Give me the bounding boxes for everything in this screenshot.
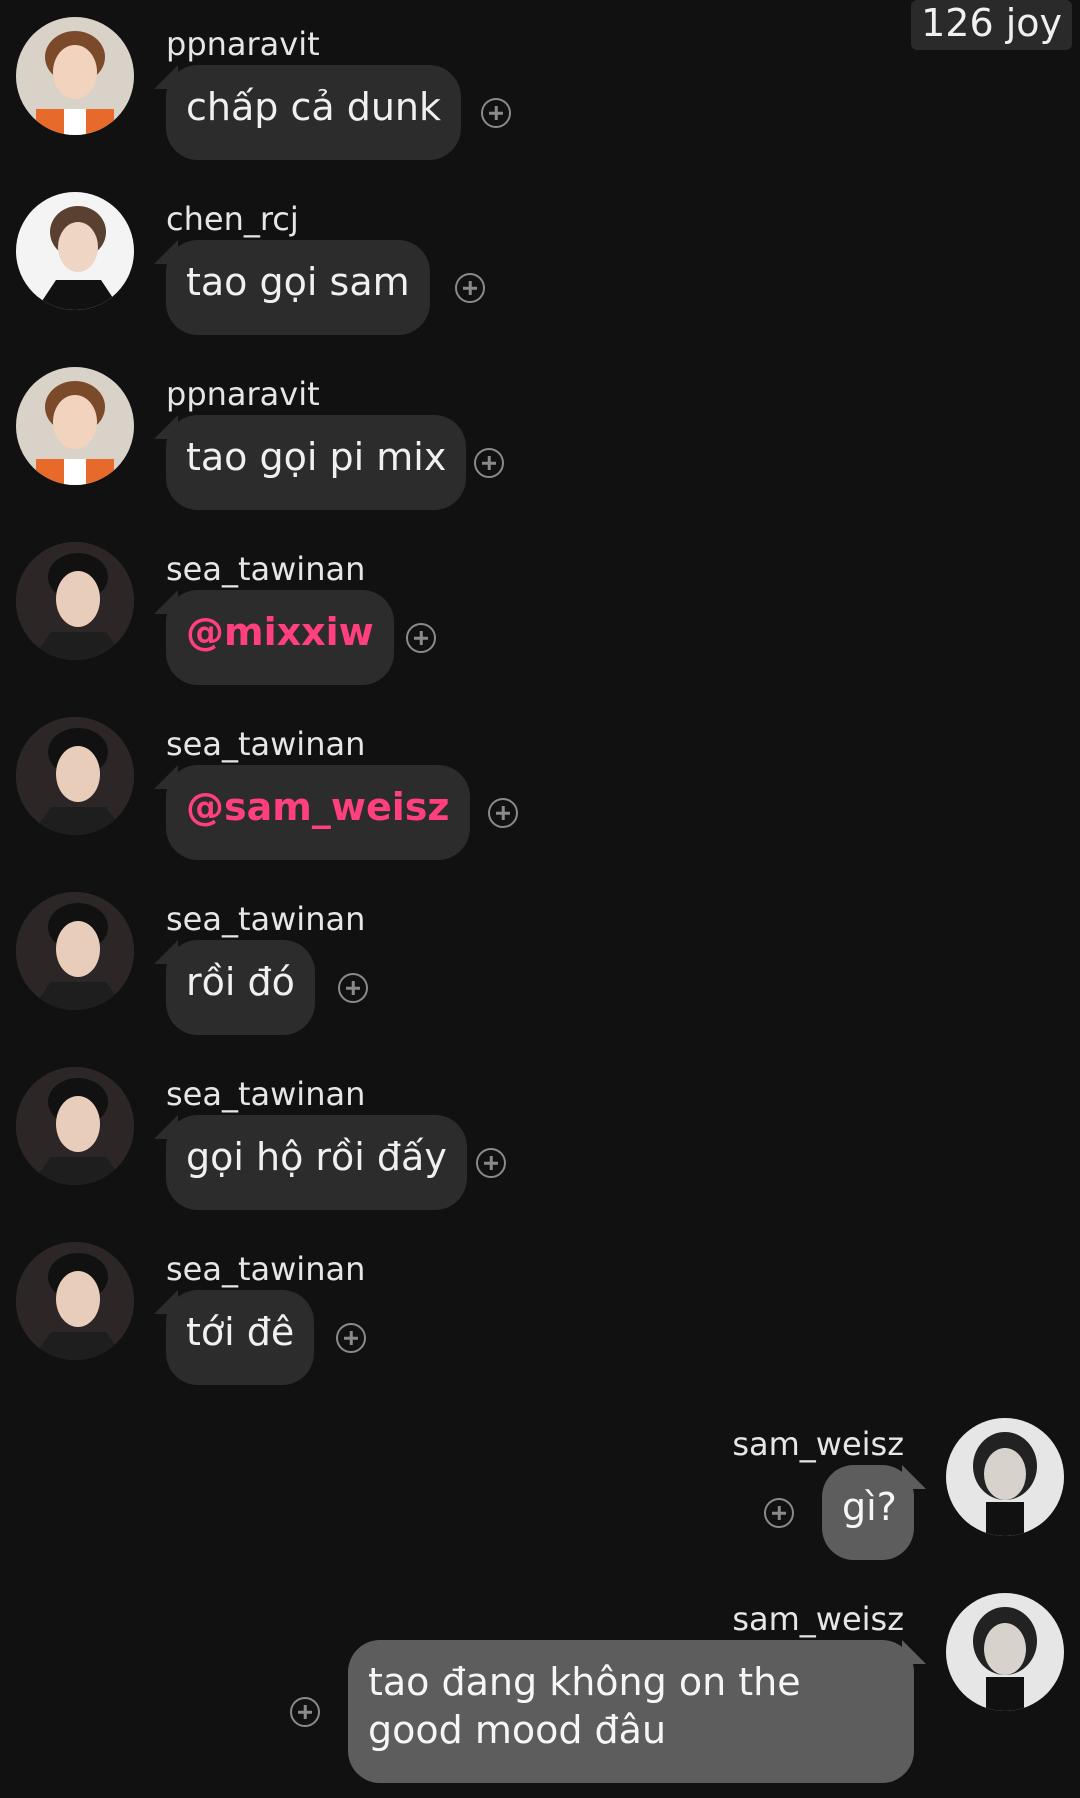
- mention-bubble[interactable]: @sam_weisz: [166, 765, 470, 860]
- message-username[interactable]: ppnaravit: [166, 374, 320, 414]
- avatar[interactable]: [16, 192, 134, 310]
- add-reaction-icon[interactable]: [406, 623, 436, 653]
- add-reaction-icon[interactable]: [476, 1148, 506, 1178]
- add-reaction-icon[interactable]: [336, 1323, 366, 1353]
- add-reaction-icon[interactable]: [481, 98, 511, 128]
- message-bubble[interactable]: tao đang không on the good mood đâu: [348, 1640, 914, 1783]
- avatar[interactable]: [946, 1593, 1064, 1711]
- add-reaction-icon[interactable]: [338, 973, 368, 1003]
- message-username[interactable]: ppnaravit: [166, 24, 320, 64]
- joy-counter-badge: 126 joy: [911, 0, 1072, 50]
- message-username[interactable]: sea_tawinan: [166, 1249, 365, 1289]
- add-reaction-icon[interactable]: [290, 1697, 320, 1727]
- message-username[interactable]: sea_tawinan: [166, 1074, 365, 1114]
- avatar[interactable]: [16, 1067, 134, 1185]
- add-reaction-icon[interactable]: [474, 448, 504, 478]
- mention-bubble[interactable]: @mixxiw: [166, 590, 394, 685]
- message-username[interactable]: chen_rcj: [166, 199, 299, 239]
- avatar[interactable]: [16, 17, 134, 135]
- avatar[interactable]: [16, 367, 134, 485]
- message-bubble[interactable]: rồi đó: [166, 940, 315, 1035]
- message-bubble[interactable]: gì?: [822, 1465, 914, 1560]
- message-username[interactable]: sea_tawinan: [166, 724, 365, 764]
- message-username[interactable]: sea_tawinan: [166, 899, 365, 939]
- add-reaction-icon[interactable]: [764, 1498, 794, 1528]
- message-bubble[interactable]: tao gọi pi mix: [166, 415, 467, 510]
- avatar[interactable]: [16, 542, 134, 660]
- message-username[interactable]: sam_weisz: [732, 1424, 904, 1464]
- avatar[interactable]: [16, 717, 134, 835]
- message-bubble[interactable]: gọi hộ rồi đấy: [166, 1115, 467, 1210]
- add-reaction-icon[interactable]: [455, 273, 485, 303]
- avatar[interactable]: [16, 1242, 134, 1360]
- message-username[interactable]: sam_weisz: [732, 1599, 904, 1639]
- avatar[interactable]: [946, 1418, 1064, 1536]
- message-bubble[interactable]: tới đê: [166, 1290, 315, 1385]
- add-reaction-icon[interactable]: [488, 798, 518, 828]
- message-username[interactable]: sea_tawinan: [166, 549, 365, 589]
- avatar[interactable]: [16, 892, 134, 1010]
- message-bubble[interactable]: chấp cả dunk: [166, 65, 462, 160]
- message-bubble[interactable]: tao gọi sam: [166, 240, 430, 335]
